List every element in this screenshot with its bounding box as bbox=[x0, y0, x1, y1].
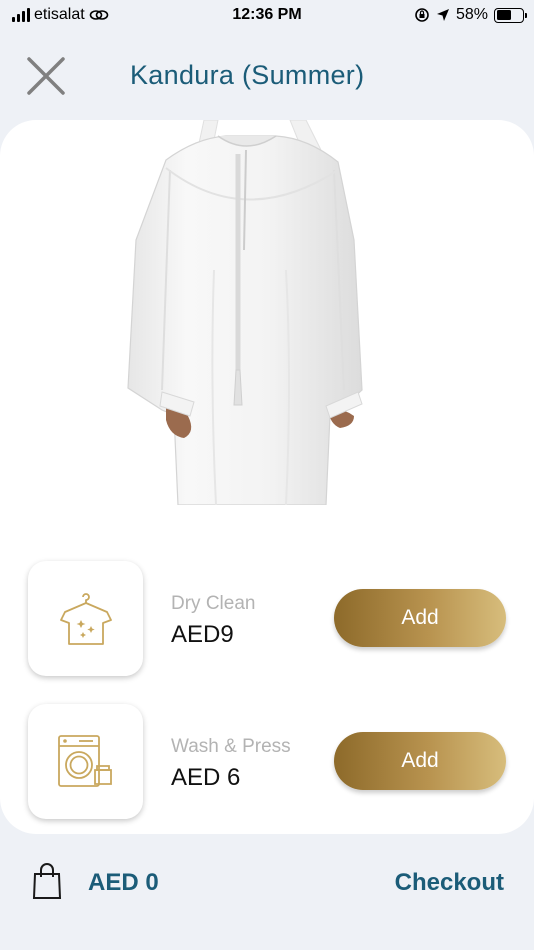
bottom-bar: AED 0 Checkout bbox=[0, 850, 534, 916]
shirt-sparkle-icon bbox=[59, 592, 112, 645]
service-row-wash-press: Wash & Press AED 6 Add bbox=[0, 704, 534, 820]
service-name: Dry Clean bbox=[171, 593, 256, 614]
service-icon-box bbox=[28, 704, 143, 819]
battery-percent: 58% bbox=[455, 6, 488, 23]
checkout-button[interactable]: Checkout bbox=[395, 869, 504, 897]
close-icon bbox=[27, 57, 65, 95]
add-wash-press-button[interactable]: Add bbox=[334, 732, 506, 790]
battery-icon bbox=[494, 7, 527, 23]
link-icon bbox=[89, 10, 109, 20]
status-bar-left: etisalat bbox=[12, 6, 109, 24]
close-button[interactable] bbox=[26, 56, 66, 96]
kandura-garment-image bbox=[127, 120, 363, 505]
service-row-dry-clean: Dry Clean AED9 Add bbox=[0, 561, 534, 677]
rotation-lock-icon bbox=[415, 8, 429, 22]
add-dry-clean-button[interactable]: Add bbox=[334, 589, 506, 647]
service-name: Wash & Press bbox=[171, 736, 291, 757]
washing-machine-icon bbox=[57, 734, 112, 787]
status-bar-right: 58% bbox=[414, 6, 527, 24]
status-bar: etisalat 12:36 PM 58% bbox=[0, 0, 534, 34]
carrier-name: etisalat bbox=[34, 6, 85, 23]
header: Kandura (Summer) bbox=[0, 50, 534, 102]
signal-strength-icon bbox=[12, 8, 30, 22]
shopping-bag-icon bbox=[32, 863, 62, 899]
cart-button[interactable] bbox=[32, 862, 62, 900]
product-card: Dry Clean AED9 Add Wash & Press AED 6 Ad bbox=[0, 120, 534, 834]
page-title: Kandura (Summer) bbox=[130, 60, 365, 90]
cart-total: AED 0 bbox=[88, 869, 159, 896]
service-icon-box bbox=[28, 561, 143, 676]
service-price: AED 6 bbox=[171, 764, 241, 791]
service-price: AED9 bbox=[171, 621, 234, 648]
battery-fill bbox=[496, 10, 511, 20]
location-arrow-icon bbox=[436, 9, 449, 21]
